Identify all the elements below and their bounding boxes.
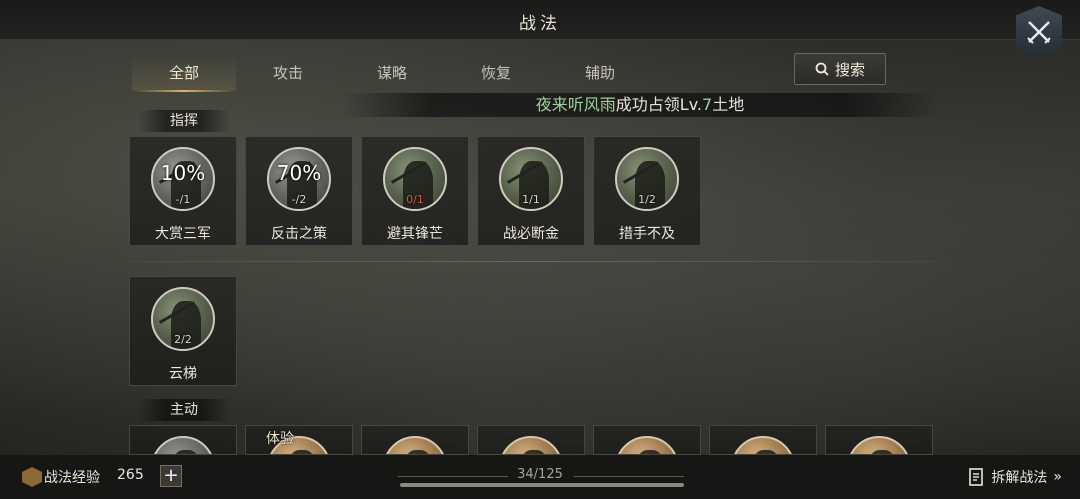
page-counter: 34/125 bbox=[517, 467, 563, 482]
skill-card[interactable]: 10% -/1 大赏三军 bbox=[129, 136, 237, 246]
tab-all[interactable]: 全部 bbox=[132, 56, 236, 92]
skill-count: -/2 bbox=[291, 193, 307, 206]
soldier-portrait-icon bbox=[151, 436, 215, 454]
skill-count: 1/1 bbox=[522, 193, 540, 206]
skill-name: 大赏三军 bbox=[155, 226, 211, 242]
section-label-command: 指挥 bbox=[138, 110, 230, 132]
notice-text-a: 成功占领Lv. bbox=[615, 95, 703, 114]
soldier-portrait-icon bbox=[847, 436, 911, 454]
dismantle-skill-button[interactable]: 拆解战法 » bbox=[969, 467, 1062, 487]
broadcast-notice: 夜来听风雨成功占领Lv.7土地 bbox=[340, 93, 940, 117]
section-label-active: 主动 bbox=[138, 399, 230, 421]
skill-card-partial[interactable] bbox=[361, 425, 469, 455]
skill-card[interactable]: 70% -/2 反击之策 bbox=[245, 136, 353, 246]
top-bar: 战法 bbox=[0, 0, 1080, 40]
skill-card-partial[interactable]: 体验 bbox=[245, 425, 353, 455]
crossed-swords-icon bbox=[1027, 21, 1051, 44]
close-button[interactable] bbox=[1016, 6, 1062, 58]
document-list-icon bbox=[969, 468, 984, 486]
tab-strategy[interactable]: 谋略 bbox=[340, 56, 444, 90]
soldier-portrait-icon bbox=[731, 436, 795, 454]
section-divider bbox=[130, 261, 936, 262]
search-label: 搜索 bbox=[834, 60, 865, 79]
horizontal-scrollbar[interactable] bbox=[400, 483, 684, 487]
soldier-portrait-icon bbox=[383, 436, 447, 454]
skill-count: 2/2 bbox=[174, 333, 192, 346]
notice-level: 7 bbox=[702, 95, 713, 114]
skill-percent: 70% bbox=[276, 161, 322, 185]
skill-name: 措手不及 bbox=[619, 226, 675, 242]
notice-player-name: 夜来听风雨 bbox=[535, 95, 616, 114]
notice-text-b: 土地 bbox=[712, 95, 745, 114]
tab-attack[interactable]: 攻击 bbox=[236, 56, 340, 90]
skill-card-partial[interactable] bbox=[129, 425, 237, 455]
category-tabs: 全部 攻击 谋略 恢复 辅助 bbox=[132, 56, 652, 92]
skill-name: 避其锋芒 bbox=[387, 226, 443, 242]
search-icon bbox=[815, 62, 829, 76]
soldier-portrait-icon bbox=[499, 436, 563, 454]
page-divider-right bbox=[574, 476, 684, 477]
skill-name: 战必断金 bbox=[503, 226, 559, 242]
tab-support[interactable]: 辅助 bbox=[548, 56, 652, 90]
skill-percent: 10% bbox=[160, 161, 206, 185]
skill-name: 云梯 bbox=[169, 366, 197, 382]
skill-card[interactable]: 0/1 避其锋芒 bbox=[361, 136, 469, 246]
skill-count: 0/1 bbox=[406, 193, 424, 206]
page-title: 战法 bbox=[519, 14, 561, 34]
dismantle-label: 拆解战法 bbox=[991, 470, 1048, 486]
skill-card-partial[interactable] bbox=[477, 425, 585, 455]
skill-card[interactable]: 2/2 云梯 bbox=[129, 276, 237, 386]
skill-card[interactable]: 1/2 措手不及 bbox=[593, 136, 701, 246]
skill-count: 1/2 bbox=[638, 193, 656, 206]
skill-card[interactable]: 1/1 战必断金 bbox=[477, 136, 585, 246]
soldier-portrait-icon bbox=[615, 436, 679, 454]
skill-card-partial[interactable] bbox=[593, 425, 701, 455]
skill-name: 反击之策 bbox=[271, 226, 327, 242]
trial-badge: 体验 bbox=[266, 431, 294, 447]
skill-count: -/1 bbox=[175, 193, 191, 206]
search-button[interactable]: 搜索 bbox=[794, 53, 886, 85]
bottom-bar: 战法经验 265 + 34/125 拆解战法 » bbox=[0, 455, 1080, 499]
skill-card-partial[interactable] bbox=[825, 425, 933, 455]
tab-recovery[interactable]: 恢复 bbox=[444, 56, 548, 90]
skill-card-partial[interactable] bbox=[709, 425, 817, 455]
chevron-right-icon: » bbox=[1053, 469, 1062, 485]
